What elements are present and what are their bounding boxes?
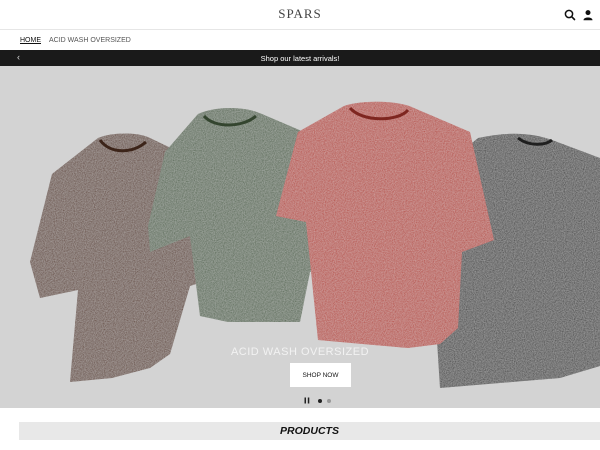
products-section-header: PRODUCTS (19, 422, 600, 440)
header-divider (0, 29, 600, 30)
breadcrumb-home-link[interactable]: HOME (20, 37, 41, 44)
slide-dot-1[interactable] (318, 399, 322, 403)
search-icon[interactable] (563, 8, 577, 22)
products-title: PRODUCTS (280, 425, 339, 437)
pause-icon[interactable] (304, 397, 310, 404)
hero-title: ACID WASH OVERSIZED (230, 346, 370, 358)
hero-banner: ACID WASH OVERSIZED SHOP NOW (0, 66, 600, 408)
site-header: SPARS (0, 0, 600, 29)
shop-now-button[interactable]: SHOP NOW (290, 363, 351, 387)
breadcrumb: HOME ACID WASH OVERSIZED (20, 34, 131, 46)
announcement-text: Shop our latest arrivals! (260, 54, 340, 63)
slide-dot-2[interactable] (327, 399, 331, 403)
breadcrumb-current: ACID WASH OVERSIZED (49, 36, 131, 44)
user-icon[interactable] (581, 8, 595, 22)
site-logo[interactable]: SPARS (0, 6, 600, 22)
announcement-bar: ‹ Shop our latest arrivals! (0, 50, 600, 66)
